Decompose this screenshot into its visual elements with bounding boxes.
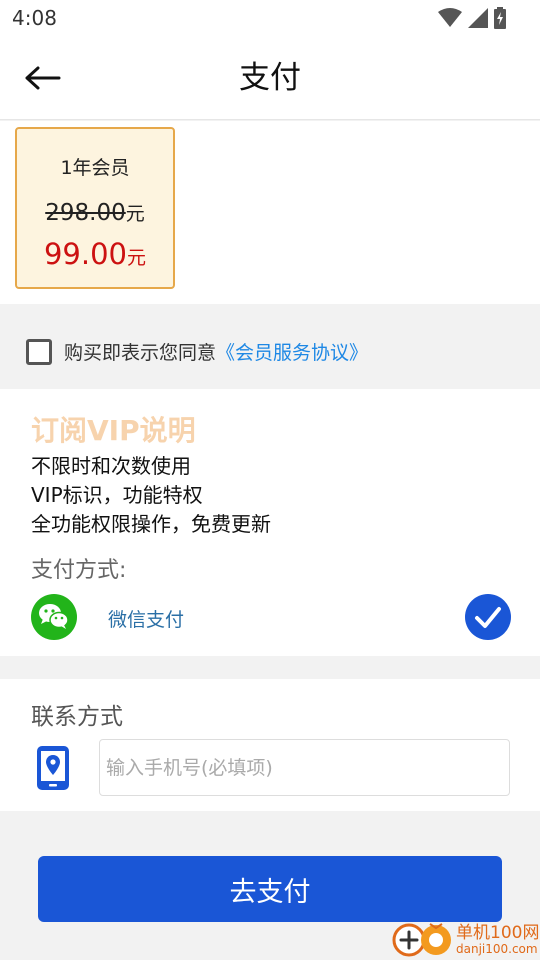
plan-card[interactable]: 1年会员 298.00元 99.00元 xyxy=(15,127,175,289)
app-bar: 支付 xyxy=(0,36,540,120)
sale-price-unit: 元 xyxy=(127,247,147,269)
vip-feature: VIP标识，功能特权 xyxy=(31,483,203,507)
sale-price: 99.00元 xyxy=(17,237,173,271)
back-arrow-icon xyxy=(25,66,61,90)
watermark-site-name: 单机100网 xyxy=(456,923,540,943)
agreement-label: 购买即表示您同意 xyxy=(64,342,217,364)
site-watermark: 单机100网 danji100.com xyxy=(392,914,540,960)
original-price-value: 298.00 xyxy=(45,200,126,226)
go-pay-button[interactable]: 去支付 xyxy=(38,856,502,922)
agreement-text: 购买即表示您同意《会员服务协议》 xyxy=(64,338,368,365)
watermark-url: danji100.com xyxy=(456,942,538,956)
phone-number-input[interactable] xyxy=(99,739,510,796)
danji100-logo xyxy=(392,918,454,958)
page-title: 支付 xyxy=(239,60,301,96)
vip-info-section: 订阅VIP说明 不限时和次数使用 VIP标识，功能特权 全功能权限操作，免费更新… xyxy=(0,389,540,656)
agreement-row: 购买即表示您同意《会员服务协议》 xyxy=(0,326,540,389)
status-icons xyxy=(438,7,506,29)
contact-section: 联系方式 xyxy=(0,679,540,811)
plan-name: 1年会员 xyxy=(60,157,130,179)
battery-charging-icon xyxy=(494,7,506,29)
original-price: 298.00元 xyxy=(17,199,173,226)
plan-section: 1年会员 298.00元 99.00元 xyxy=(0,121,540,304)
wechat-pay-label[interactable]: 微信支付 xyxy=(108,605,184,632)
wifi-icon xyxy=(438,8,462,27)
status-bar: 4:08 xyxy=(0,0,540,36)
back-button[interactable] xyxy=(18,56,68,100)
vip-feature: 全功能权限操作，免费更新 xyxy=(31,512,271,536)
payment-method-label: 支付方式: xyxy=(31,558,127,583)
original-price-unit: 元 xyxy=(125,203,145,225)
contact-label: 联系方式 xyxy=(31,704,123,730)
vip-description-title: 订阅VIP说明 xyxy=(31,414,196,447)
sale-price-value: 99.00 xyxy=(43,237,127,271)
agreement-checkbox[interactable] xyxy=(26,339,52,365)
status-time: 4:08 xyxy=(12,6,57,30)
signal-icon xyxy=(468,8,488,28)
wechat-pay-icon xyxy=(31,594,77,640)
service-agreement-link[interactable]: 《会员服务协议》 xyxy=(216,342,368,364)
vip-feature: 不限时和次数使用 xyxy=(31,454,191,478)
phone-location-icon xyxy=(35,744,71,792)
payment-selected-check-icon[interactable] xyxy=(465,594,511,640)
